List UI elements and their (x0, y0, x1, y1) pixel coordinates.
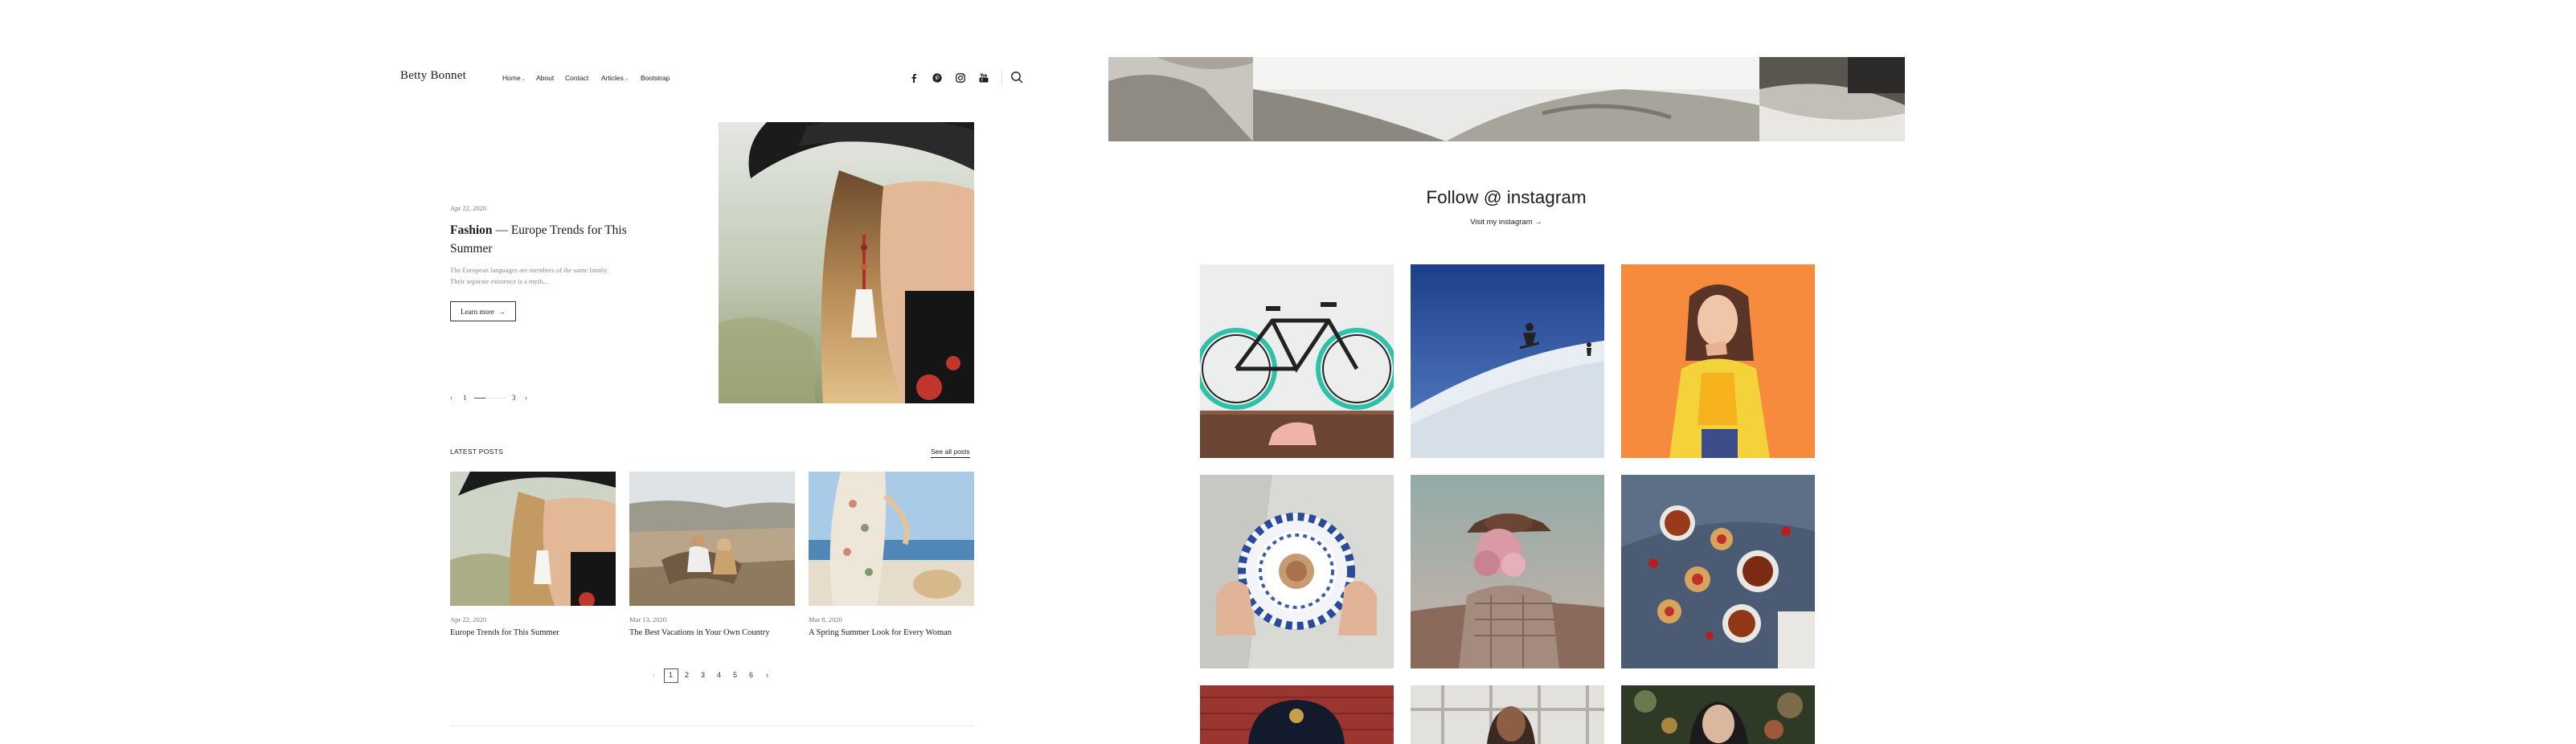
post-title[interactable]: Europe Trends for This Summer (450, 628, 559, 637)
instagram-photo-woman-yellow[interactable] (1621, 264, 1815, 458)
instagram-photo-snowboarder[interactable] (1411, 264, 1604, 458)
post-title[interactable]: A Spring Summer Look for Every Woman (809, 628, 952, 637)
instagram-photo-bicycle[interactable] (1200, 264, 1394, 458)
pagination-page-5[interactable]: 5 (733, 671, 737, 679)
hero-title[interactable]: Fashion — Europe Trends for This Summer (450, 221, 667, 258)
pagination-page-4[interactable]: 4 (717, 671, 721, 679)
pagination-page-3[interactable]: 3 (701, 671, 705, 679)
nav-item-about[interactable]: About (536, 74, 554, 82)
pagination-prev-button[interactable]: ‹ (653, 671, 655, 679)
pagination-page-2[interactable]: 2 (685, 671, 689, 679)
post-date: Mar 13, 2020 (629, 615, 667, 623)
chevron-down-icon: ⌄ (624, 77, 629, 82)
banner-image (1108, 57, 1905, 141)
slider-progress (474, 398, 506, 399)
arrow-right-icon: → (1534, 218, 1542, 227)
post-image[interactable] (450, 472, 616, 606)
slider-current: 1 (463, 394, 467, 402)
latest-posts-heading: LATEST POSTS (450, 448, 504, 456)
pagination-page-1[interactable]: 1 (669, 671, 673, 679)
arrow-right-icon: → (498, 307, 506, 316)
nav-item-bootstrap[interactable]: Bootstrap (641, 74, 670, 82)
instagram-photo-dessert-plate[interactable] (1200, 475, 1394, 668)
instagram-photo-man-hat-flowers[interactable] (1411, 475, 1604, 668)
slider-total: 3 (512, 394, 516, 402)
nav-item-contact[interactable]: Contact (565, 74, 588, 82)
nav-label: Home (502, 74, 521, 82)
instagram-icon[interactable] (955, 72, 965, 83)
hero-excerpt: The European languages are members of th… (450, 266, 608, 285)
learn-more-label: Learn more (461, 307, 494, 316)
pagination-next-button[interactable]: › (766, 671, 768, 679)
instagram-photo-tea-pastries[interactable] (1621, 475, 1815, 668)
nav-label: Articles (601, 74, 624, 82)
instagram-heading: Follow @ instagram (1426, 187, 1587, 207)
post-date: Apr 22, 2020 (450, 615, 487, 623)
instagram-photo-cap-brick[interactable] (1200, 685, 1394, 744)
site-logo[interactable]: Betty Bonnet (400, 69, 466, 83)
slider-next-button[interactable]: › (525, 394, 527, 402)
nav-item-articles[interactable]: Articles⌄ (601, 74, 629, 82)
slider-prev-button[interactable]: ‹ (450, 394, 453, 402)
search-icon[interactable] (1010, 71, 1023, 84)
hero-category[interactable]: Fashion (450, 223, 493, 237)
header-divider (1001, 70, 1002, 85)
youtube-icon[interactable] (978, 72, 989, 83)
hero-image[interactable] (719, 122, 974, 403)
nav-item-home[interactable]: Home⌄ (502, 74, 526, 82)
post-image[interactable] (809, 472, 974, 606)
post-image[interactable] (629, 472, 795, 606)
post-date: Mar 8, 2020 (809, 615, 842, 623)
instagram-photo-man-window[interactable] (1411, 685, 1604, 744)
chevron-down-icon: ⌄ (521, 77, 526, 82)
instagram-photo-person-flowers[interactable] (1621, 685, 1815, 744)
post-title[interactable]: The Best Vacations in Your Own Country (629, 628, 770, 637)
see-all-posts-link[interactable]: See all posts (931, 448, 970, 458)
learn-more-button[interactable]: Learn more → (450, 301, 516, 321)
pinterest-icon[interactable] (932, 72, 942, 83)
visit-instagram-link[interactable]: Visit my instagram → (1286, 218, 1726, 227)
pagination-page-6[interactable]: 6 (749, 671, 753, 679)
facebook-icon[interactable] (908, 72, 919, 83)
visit-instagram-label: Visit my instagram (1470, 218, 1533, 227)
hero-date: Apr 22, 2020 (450, 204, 487, 212)
